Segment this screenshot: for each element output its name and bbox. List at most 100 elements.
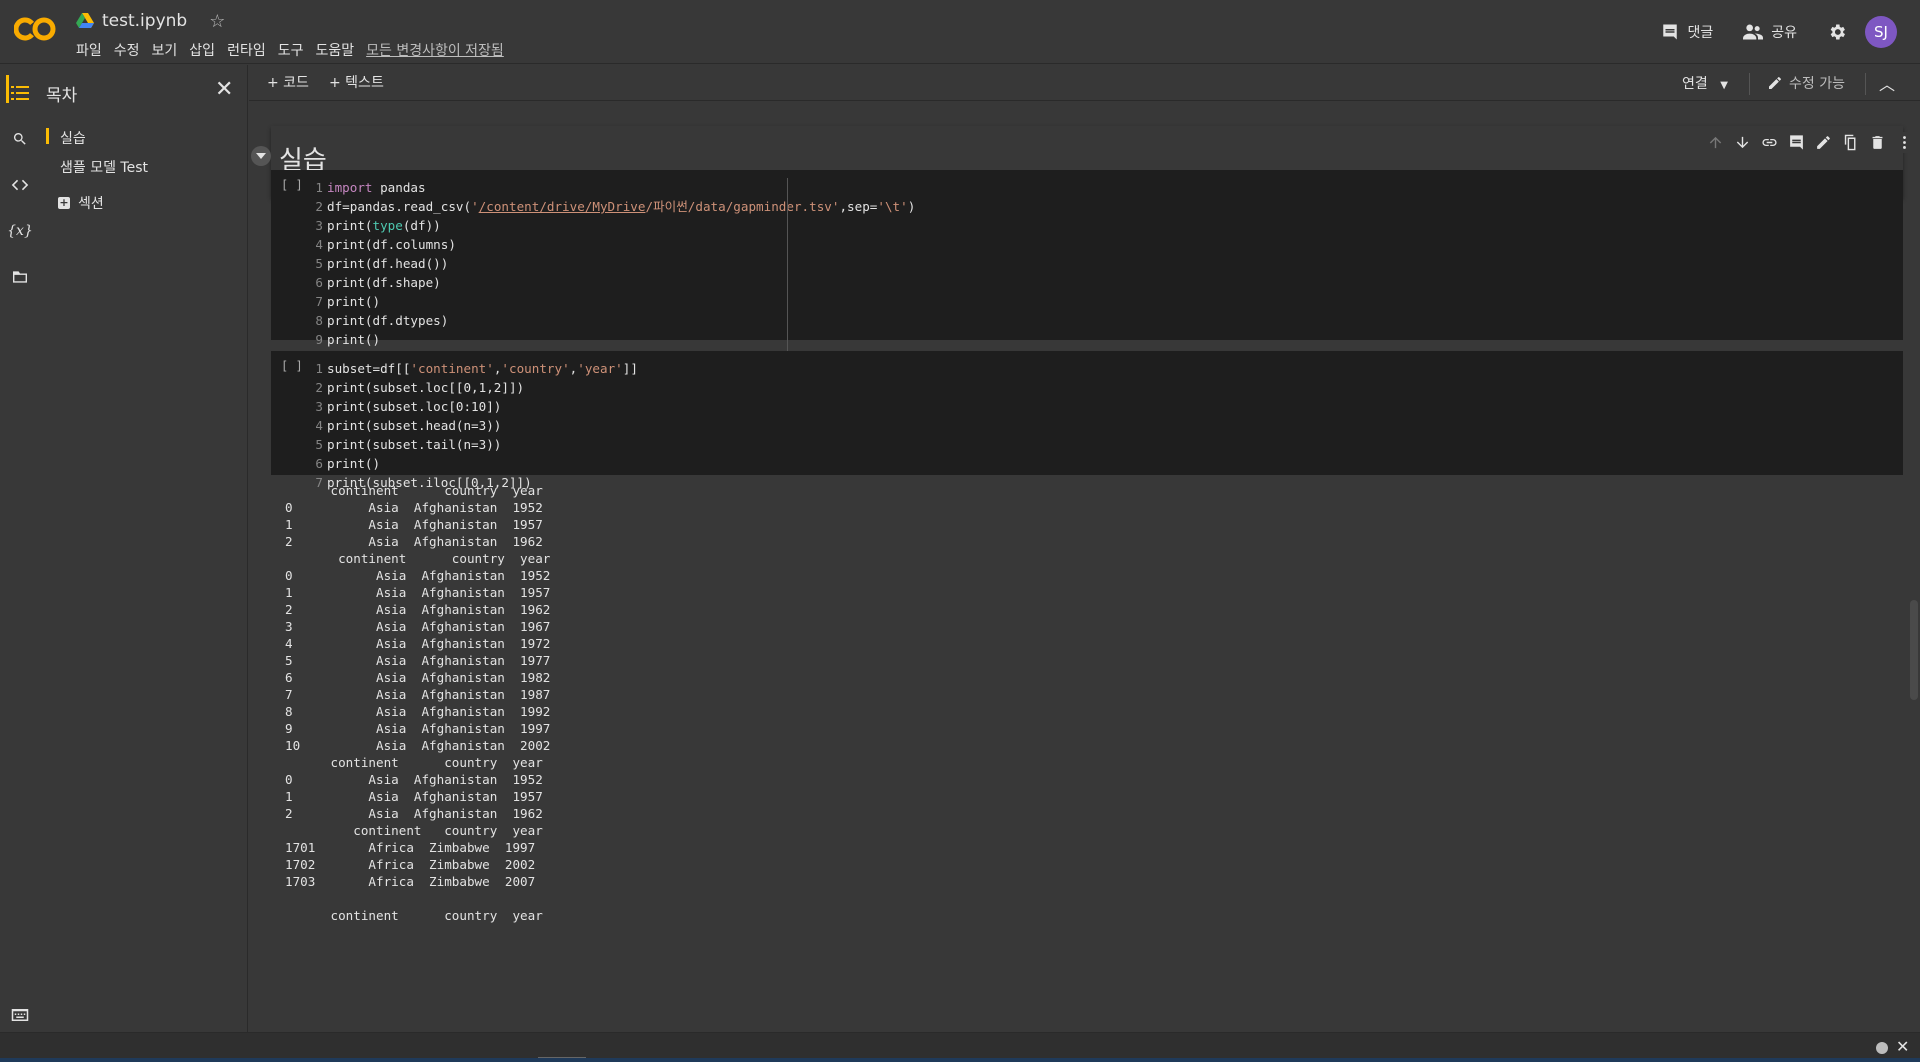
output-line: 7 Asia Afghanistan 1987 [285, 687, 551, 702]
code-token: 'continent' [410, 361, 494, 376]
code-line[interactable]: 2 df=pandas.read_csv('/content/drive/MyDr… [305, 197, 915, 216]
comment-label: 댓글 [1687, 25, 1714, 41]
code-line[interactable]: 5 print(df.head()) [305, 254, 915, 273]
code-line[interactable]: 9 print() [305, 330, 915, 349]
toc-active-indicator [46, 128, 49, 144]
line-number: 1 [315, 180, 323, 195]
comment-icon[interactable] [1788, 134, 1805, 151]
toc-item-sample-model[interactable]: 샘플 모델 Test [60, 157, 148, 177]
add-section-button[interactable]: + 섹션 [58, 193, 104, 213]
gear-icon[interactable] [1827, 22, 1847, 42]
code-token: print(df.columns) [327, 237, 456, 252]
menubar: 파일 수정 보기 삽입 런타임 도구 도움말 모든 변경사항이 저장됨 [70, 38, 510, 62]
terminal-icon[interactable] [0, 1001, 40, 1029]
code-editor[interactable]: 1 import pandas 2 df=pandas.read_csv('/cont… [305, 178, 915, 368]
menu-runtime[interactable]: 런타임 [221, 38, 272, 62]
avatar[interactable]: SJ [1865, 16, 1897, 48]
toc-item-practice[interactable]: 실습 [60, 128, 86, 148]
folder-icon[interactable] [0, 263, 40, 291]
collapse-section-icon[interactable] [251, 146, 271, 166]
toc-icon[interactable] [0, 79, 40, 107]
arrow-up-icon[interactable] [1707, 134, 1724, 151]
code-editor[interactable]: 1 subset=df[['continent','country','year'… [305, 359, 638, 492]
chevron-down-icon: ▼ [1720, 80, 1728, 91]
code-token: ]] [622, 361, 638, 376]
code-cell[interactable]: [ ] 1 subset=df[['continent','country','y… [271, 351, 1903, 490]
arrow-down-icon[interactable] [1734, 134, 1751, 151]
line-number: 5 [315, 256, 323, 271]
save-status-link[interactable]: 모든 변경사항이 저장됨 [360, 38, 510, 62]
code-line[interactable]: 6 print(df.shape) [305, 273, 915, 292]
line-number: 6 [315, 275, 323, 290]
pencil-icon[interactable] [1815, 134, 1832, 151]
code-line[interactable]: 1 subset=df[['continent','country','year'… [305, 359, 638, 378]
code-token: print( [327, 218, 373, 233]
menu-file[interactable]: 파일 [70, 38, 108, 62]
code-line[interactable]: 3 print(subset.loc[0:10]) [305, 397, 638, 416]
connect-button[interactable]: 연결 ▼ [1682, 73, 1728, 93]
line-number: 4 [315, 237, 323, 252]
code-line[interactable]: 3 print(type(df)) [305, 216, 915, 235]
output-line: continent country year [285, 823, 543, 838]
code-token: import [327, 180, 373, 195]
code-cell[interactable]: [ ] 1 import pandas 2 df=pandas.read_csv('/… [271, 170, 1903, 378]
output-line: continent country year [285, 551, 551, 566]
window-bottom-edge [0, 1058, 1920, 1062]
menu-edit[interactable]: 수정 [108, 38, 146, 62]
editable-button[interactable]: 수정 가능 [1767, 73, 1845, 93]
toc-sidebar: 목차 ✕ 실습 샘플 모델 Test + 섹션 [40, 65, 248, 1032]
menu-insert[interactable]: 삽입 [183, 38, 221, 62]
comment-button[interactable]: 댓글 [1661, 22, 1713, 42]
code-token: type [372, 218, 403, 233]
search-icon[interactable] [0, 125, 40, 153]
code-line[interactable]: 4 print(subset.head(n=3)) [305, 416, 638, 435]
notebook-title[interactable]: test.ipynb [102, 11, 187, 31]
editable-label: 수정 가능 [1789, 76, 1845, 92]
run-cell-button[interactable]: [ ] [281, 178, 303, 192]
code-token: /파이썬/data/gapminder.tsv' [645, 199, 840, 214]
cell-output: continent country year 0 Asia Afghanistan… [285, 482, 550, 924]
line-number: 2 [315, 199, 323, 214]
menu-view[interactable]: 보기 [146, 38, 184, 62]
star-icon[interactable]: ☆ [209, 11, 225, 32]
code-token: print(subset.tail(n=3)) [327, 437, 502, 452]
close-icon[interactable]: ✕ [215, 77, 233, 102]
code-token: print(df.dtypes) [327, 313, 449, 328]
variables-icon[interactable]: {x} [0, 217, 40, 245]
menu-tools[interactable]: 도구 [272, 38, 310, 62]
add-code-button[interactable]: + 코드 [267, 72, 309, 92]
trash-icon[interactable] [1869, 134, 1886, 151]
line-number: 9 [315, 332, 323, 347]
mirror-cell-icon[interactable] [1842, 134, 1859, 151]
colab-logo-icon[interactable] [14, 14, 56, 44]
header-actions: 댓글 공유 SJ [1661, 14, 1920, 50]
google-drive-icon [76, 13, 94, 28]
link-icon[interactable] [1761, 134, 1778, 151]
share-button[interactable]: 공유 [1743, 22, 1797, 42]
code-token: print() [327, 332, 381, 347]
output-line: 2 Asia Afghanistan 1962 [285, 534, 543, 549]
code-line[interactable]: 7 print() [305, 292, 915, 311]
chevron-up-icon[interactable]: ︿ [1879, 71, 1895, 95]
add-text-button[interactable]: + 텍스트 [329, 72, 384, 92]
vertical-scrollbar[interactable] [1910, 600, 1918, 700]
code-line[interactable]: 8 print(df.dtypes) [305, 311, 915, 330]
code-token: print(df.shape) [327, 275, 441, 290]
menu-help[interactable]: 도움말 [309, 38, 360, 62]
code-line[interactable]: 4 print(df.columns) [305, 235, 915, 254]
output-line: 10 Asia Afghanistan 2002 [285, 738, 551, 753]
code-line[interactable]: 5 print(subset.tail(n=3)) [305, 435, 638, 454]
code-line[interactable]: 2 print(subset.loc[[0,1,2]]) [305, 378, 638, 397]
code-snippets-icon[interactable] [0, 171, 40, 199]
header: test.ipynb ☆ 파일 수정 보기 삽입 런타임 도구 도움말 모든 변… [0, 0, 1920, 64]
output-line: 1701 Africa Zimbabwe 1997 [285, 840, 536, 855]
close-icon[interactable]: ✕ [1896, 1037, 1909, 1056]
run-cell-button[interactable]: [ ] [281, 359, 303, 373]
toolbar-divider [1749, 73, 1750, 95]
code-line[interactable]: 1 import pandas [305, 178, 915, 197]
code-line[interactable]: 6 print() [305, 454, 638, 473]
output-line: 0 Asia Afghanistan 1952 [285, 772, 543, 787]
more-vert-icon[interactable] [1896, 134, 1913, 151]
line-number: 6 [315, 456, 323, 471]
